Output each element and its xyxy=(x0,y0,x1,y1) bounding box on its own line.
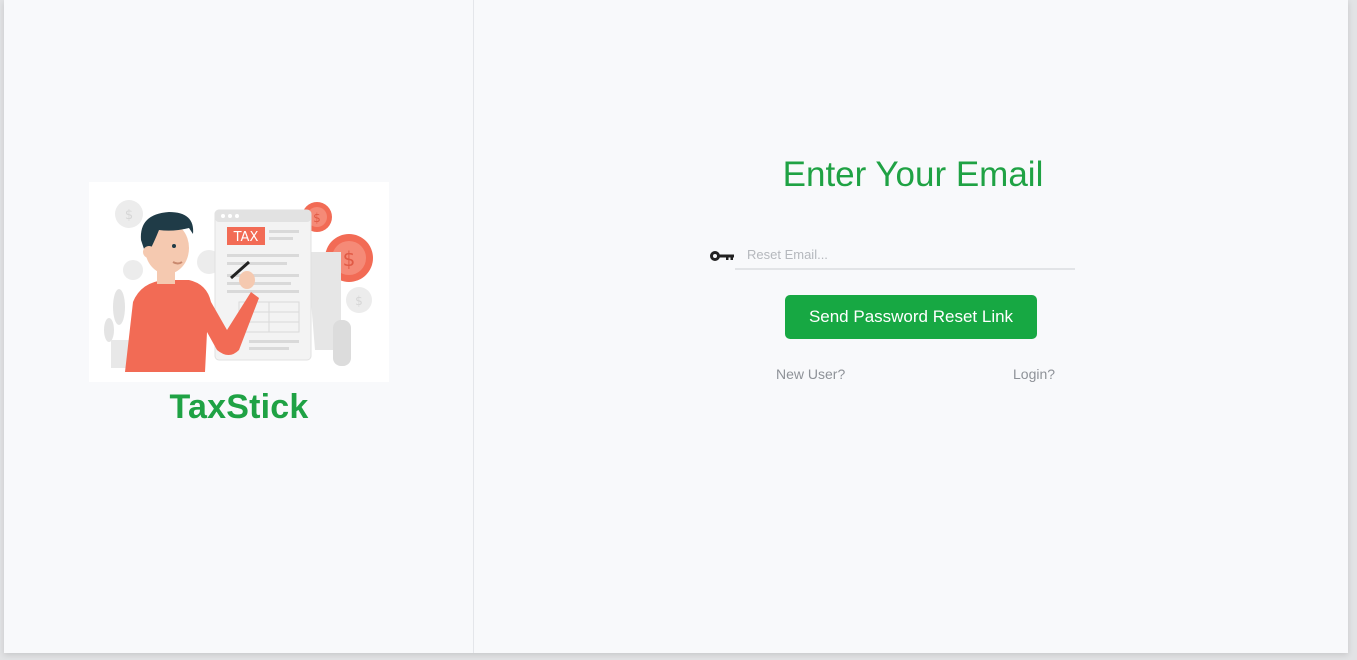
new-user-link[interactable]: New User? xyxy=(776,366,845,382)
login-link[interactable]: Login? xyxy=(1013,366,1055,382)
svg-text:$: $ xyxy=(343,247,356,271)
tax-illustration: $ $ $ $ TAX xyxy=(89,182,389,382)
svg-text:$: $ xyxy=(355,294,363,308)
page-frame: $ $ $ $ TAX TaxStick Enter Your Email Re… xyxy=(4,0,1348,653)
branding-panel: $ $ $ $ TAX TaxStick xyxy=(4,0,474,653)
reset-email-input[interactable] xyxy=(735,240,1075,270)
send-reset-link-button[interactable]: Send Password Reset Link xyxy=(785,295,1037,339)
svg-text:$: $ xyxy=(313,211,321,225)
svg-text:$: $ xyxy=(125,208,133,223)
key-icon xyxy=(710,251,734,261)
page-title: Enter Your Email xyxy=(782,155,1044,194)
reset-form-panel: Enter Your Email Send Password Reset Lin… xyxy=(474,0,1348,653)
brand-name: TaxStick xyxy=(169,388,309,426)
tax-label: TAX xyxy=(233,230,259,245)
